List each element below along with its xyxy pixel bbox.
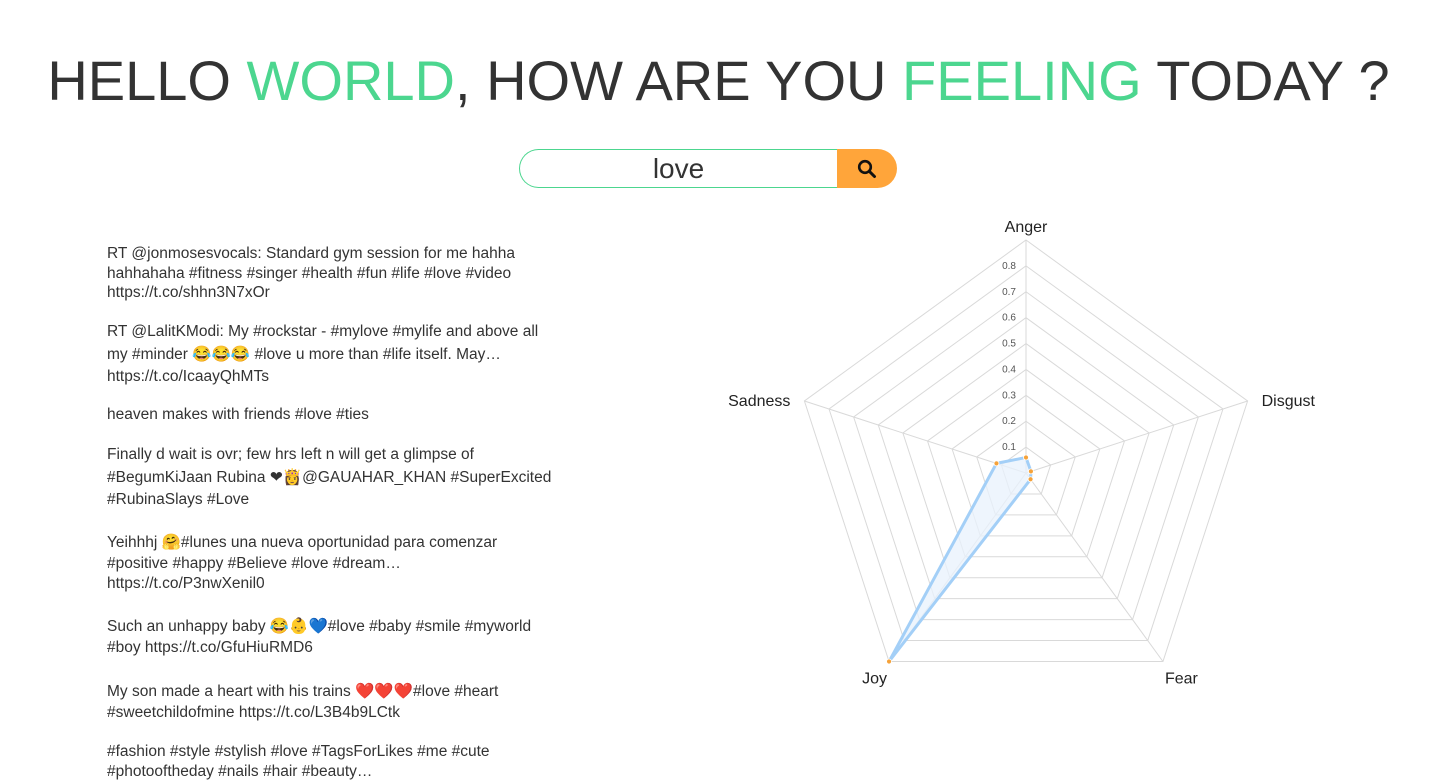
- tweet-item: RT @jonmosesvocals: Standard gym session…: [107, 245, 516, 301]
- page-title: HELLO WORLD, HOW ARE YOU FEELING TODAY ?: [0, 42, 1437, 120]
- radar-point-anger: [1023, 454, 1029, 461]
- emotion-radar-chart: 0.1 0.2 0.3 0.4 0.5 0.6 0.7 0.8 Anger Disgust Fear…: [728, 219, 1316, 688]
- tweet-item: heaven makes with friends #love #ties: [107, 406, 369, 423]
- radar-tick-label: 0.6: [1002, 313, 1016, 324]
- radar-point-sadness: [993, 460, 1000, 467]
- radar-tick-label: 0.5: [1002, 339, 1016, 350]
- radar-tick-label: 0.8: [1002, 261, 1016, 272]
- radar-axis-label-sadness: Sadness: [728, 393, 790, 410]
- radar-tick-label: 0.3: [1002, 390, 1016, 401]
- radar-point-disgust: [1028, 468, 1034, 475]
- tweet-item: My son made a heart with his trains ❤️❤️…: [107, 683, 499, 721]
- title-part-1: HELLO: [47, 49, 247, 112]
- radar-series-area: [887, 455, 1033, 664]
- radar-tick-label: 0.1: [1002, 442, 1016, 453]
- tweet-item: Yeihhhj 🤗#lunes una nueva oportunidad pa…: [107, 534, 498, 592]
- radar-tick-label: 0.4: [1002, 364, 1016, 375]
- radar-axis-label-joy: Joy: [862, 671, 887, 688]
- tweet-item: #fashion #style #stylish #love #TagsForL…: [107, 743, 490, 780]
- radar-tick-label: 0.2: [1002, 416, 1016, 427]
- title-part-2: , HOW ARE YOU: [455, 49, 903, 112]
- radar-point-fear: [1027, 476, 1034, 483]
- tweet-item: RT @LalitKModi: My #rockstar - #mylove #…: [107, 323, 539, 385]
- tweet-item: Finally d wait is ovr; few hrs left n wi…: [107, 446, 552, 508]
- search-button[interactable]: [837, 149, 897, 188]
- title-part-3: TODAY ?: [1141, 49, 1390, 112]
- radar-tick-label: 0.7: [1002, 287, 1016, 298]
- tweet-item: Such an unhappy baby 😂👶💙#love #baby #smi…: [107, 618, 532, 656]
- radar-axis-label-fear: Fear: [1165, 671, 1199, 688]
- search-input[interactable]: [519, 149, 837, 188]
- radar-axis-label-anger: Anger: [1005, 219, 1048, 236]
- search-icon: [857, 159, 876, 178]
- title-accent-feeling: FEELING: [902, 49, 1142, 112]
- search-bar: [519, 149, 897, 188]
- radar-spoke: [1025, 472, 1164, 662]
- radar-axis-label-disgust: Disgust: [1262, 393, 1316, 410]
- title-accent-world: WORLD: [246, 49, 455, 112]
- radar-point-joy: [886, 658, 892, 665]
